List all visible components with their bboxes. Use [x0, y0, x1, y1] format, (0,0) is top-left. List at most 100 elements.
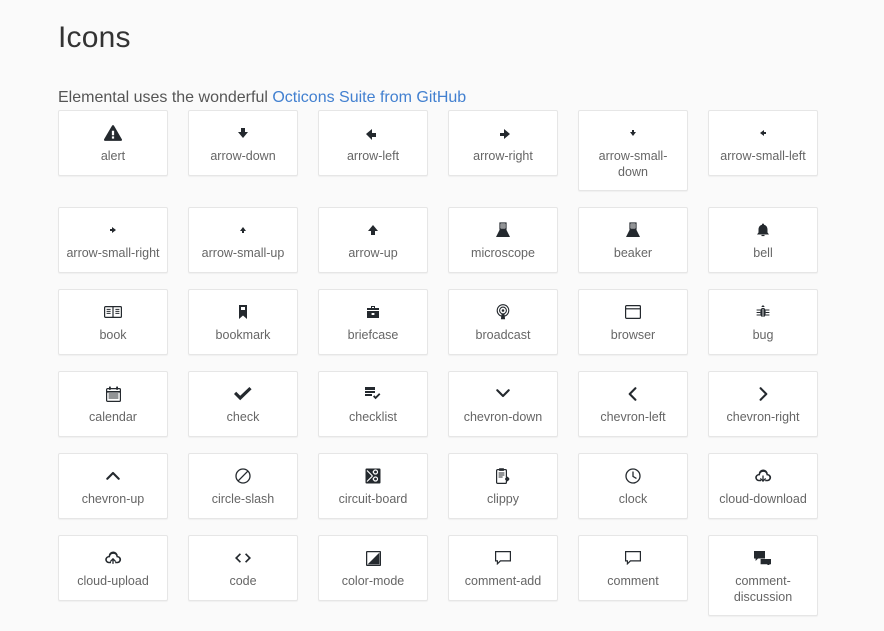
icon-card-alert[interactable]: alert	[58, 110, 168, 176]
icon-card-arrow-down[interactable]: arrow-down	[188, 110, 298, 176]
icon-card-bell[interactable]: bell	[708, 207, 818, 273]
icon-card-clock[interactable]: clock	[578, 453, 688, 519]
icon-label: cloud-upload	[77, 574, 149, 588]
icons-page: Icons Elemental uses the wonderful Octic…	[0, 0, 884, 631]
clock-icon	[625, 466, 641, 486]
icon-card-arrow-left[interactable]: arrow-left	[318, 110, 428, 176]
icon-card-color-mode[interactable]: color-mode	[318, 535, 428, 601]
icon-card-beaker[interactable]: beaker	[578, 207, 688, 273]
comment-discussion-icon	[754, 548, 772, 568]
icon-card-arrow-small-right[interactable]: arrow-small-right	[58, 207, 168, 273]
icon-card-bookmark[interactable]: bookmark	[188, 289, 298, 355]
icon-card-briefcase[interactable]: briefcase	[318, 289, 428, 355]
icon-card-bug[interactable]: bug	[708, 289, 818, 355]
arrow-down-icon	[236, 123, 250, 143]
icon-label: clippy	[487, 492, 519, 506]
bell-icon	[755, 220, 771, 240]
code-icon	[234, 548, 252, 568]
icon-card-broadcast[interactable]: broadcast	[448, 289, 558, 355]
icon-card-arrow-up[interactable]: arrow-up	[318, 207, 428, 273]
broadcast-icon	[495, 302, 511, 322]
arrow-left-icon	[365, 123, 381, 143]
chevron-down-icon	[496, 384, 510, 404]
icon-label: chevron-left	[600, 410, 666, 424]
icon-label: clock	[618, 492, 648, 506]
icon-card-cloud-upload[interactable]: cloud-upload	[58, 535, 168, 601]
arrow-up-icon	[366, 220, 380, 240]
icon-card-arrow-small-left[interactable]: arrow-small-left	[708, 110, 818, 176]
icon-card-circuit-board[interactable]: circuit-board	[318, 453, 428, 519]
octicons-link[interactable]: Octicons Suite from GitHub	[272, 89, 466, 106]
page-title: Icons	[58, 21, 131, 54]
bug-icon	[755, 302, 771, 322]
icon-card-comment-add[interactable]: comment-add	[448, 535, 558, 601]
chevron-up-icon	[106, 466, 120, 486]
icon-card-arrow-right[interactable]: arrow-right	[448, 110, 558, 176]
icon-card-chevron-left[interactable]: chevron-left	[578, 371, 688, 437]
book-icon	[104, 302, 122, 322]
icon-label: circle-slash	[211, 492, 275, 506]
icon-card-clippy[interactable]: clippy	[448, 453, 558, 519]
checklist-icon	[365, 384, 381, 404]
icon-label: check	[226, 410, 260, 424]
icon-card-microscope[interactable]: microscope	[448, 207, 558, 273]
icon-card-code[interactable]: code	[188, 535, 298, 601]
icon-label: chevron-down	[463, 410, 543, 424]
icon-card-chevron-right[interactable]: chevron-right	[708, 371, 818, 437]
icon-label: arrow-up	[348, 246, 398, 260]
icon-card-check[interactable]: check	[188, 371, 298, 437]
comment-add-icon	[495, 548, 511, 568]
subtitle-text: Elemental uses the wonderful	[58, 89, 273, 106]
icon-label: microscope	[471, 246, 535, 260]
icon-label: cloud-download	[719, 492, 807, 506]
icon-card-comment[interactable]: comment	[578, 535, 688, 601]
beaker-icon	[625, 220, 641, 240]
icon-label: comment	[607, 574, 659, 588]
icon-card-calendar[interactable]: calendar	[58, 371, 168, 437]
arrow-small-left-icon	[759, 123, 767, 143]
icon-card-circle-slash[interactable]: circle-slash	[188, 453, 298, 519]
color-mode-icon	[365, 548, 381, 568]
icon-label: arrow-small-up	[201, 246, 285, 260]
icon-label: circuit-board	[338, 492, 408, 506]
circle-slash-icon	[235, 466, 251, 486]
comment-icon	[625, 548, 641, 568]
icon-card-chevron-up[interactable]: chevron-up	[58, 453, 168, 519]
icon-label: alert	[100, 149, 126, 163]
icon-label: arrow-left	[346, 149, 400, 163]
cloud-upload-icon	[104, 548, 122, 568]
briefcase-icon	[365, 302, 381, 322]
icon-card-arrow-small-up[interactable]: arrow-small-up	[188, 207, 298, 273]
icon-grid: alert arrow-down arrow-left arrow-right arro…	[58, 110, 828, 616]
icon-card-checklist[interactable]: checklist	[318, 371, 428, 437]
clippy-icon	[495, 466, 511, 486]
chevron-right-icon	[758, 384, 768, 404]
arrow-small-up-icon	[239, 220, 247, 240]
calendar-icon	[105, 384, 121, 404]
icon-card-chevron-down[interactable]: chevron-down	[448, 371, 558, 437]
icon-label: bug	[752, 328, 774, 342]
icon-label: chevron-up	[81, 492, 145, 506]
icon-card-book[interactable]: book	[58, 289, 168, 355]
icon-label: comment-add	[464, 574, 542, 588]
icon-label: arrow-small-down	[598, 149, 668, 179]
icon-card-browser[interactable]: browser	[578, 289, 688, 355]
icon-card-cloud-download[interactable]: cloud-download	[708, 453, 818, 519]
icon-label: calendar	[89, 410, 137, 424]
arrow-small-right-icon	[109, 220, 117, 240]
chevron-left-icon	[628, 384, 638, 404]
icon-label: browser	[610, 328, 656, 342]
icon-label: broadcast	[475, 328, 531, 342]
icon-card-comment-discussion[interactable]: comment-discussion	[708, 535, 818, 616]
alert-icon	[104, 123, 122, 143]
arrow-small-down-icon	[629, 123, 637, 143]
icon-card-arrow-small-down[interactable]: arrow-small-down	[578, 110, 688, 191]
icon-label: arrow-right	[473, 149, 533, 163]
icon-label: arrow-small-left	[720, 149, 806, 163]
icon-label: comment-discussion	[733, 574, 793, 604]
icon-label: arrow-small-right	[66, 246, 160, 260]
page-subtitle: Elemental uses the wonderful Octicons Su…	[58, 87, 466, 109]
icon-label: chevron-right	[726, 410, 800, 424]
icon-label: color-mode	[341, 574, 405, 588]
icon-label: briefcase	[347, 328, 399, 342]
